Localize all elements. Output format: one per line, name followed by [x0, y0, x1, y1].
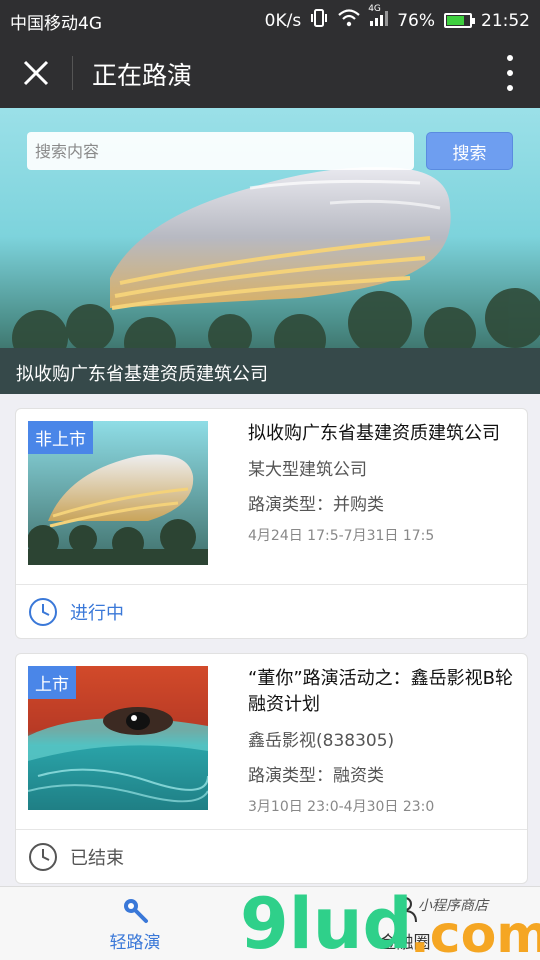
bottom-tab-bar: 轻路演 金融圈 — [0, 886, 540, 960]
status-label: 进行中 — [70, 602, 124, 624]
network-speed: 0K/s — [264, 10, 302, 31]
tab-light-roadshow[interactable]: 轻路演 — [0, 887, 270, 960]
network-type-label: 4G — [368, 4, 381, 14]
banner-caption: 拟收购广东省基建资质建筑公司 — [0, 348, 540, 394]
search-key-icon — [124, 898, 148, 923]
roadshow-type: 路演类型：融资类 — [248, 766, 384, 786]
more-dot-icon — [507, 70, 513, 76]
tab-label: 金融圈 — [379, 932, 431, 953]
nav-divider — [72, 56, 73, 90]
card-info: “董你”路演活动之：鑫岳影视B轮融资计划 鑫岳影视(838305) 路演类型：融… — [248, 666, 518, 816]
card-info: 拟收购广东省基建资质建筑公司 某大型建筑公司 路演类型：并购类 4月24日 17… — [248, 421, 518, 545]
vibrate-icon — [310, 9, 328, 32]
more-dot-icon — [507, 55, 513, 61]
more-dot-icon — [507, 85, 513, 91]
roadshow-time: 3月10日 23:0-4月30日 23:0 — [248, 799, 435, 815]
company-name: 鑫岳影视(838305) — [248, 731, 395, 751]
close-button[interactable] — [14, 53, 58, 93]
project-name: “董你”路演活动之：鑫岳影视B轮融资计划 — [248, 668, 513, 715]
battery-icon — [444, 13, 475, 28]
listing-status-badge: 非上市 — [28, 421, 93, 454]
company-name: 某大型建筑公司 — [248, 460, 367, 480]
roadshow-time: 4月24日 17:5-7月31日 17:5 — [248, 528, 435, 544]
card-status-row: 已结束 — [16, 829, 527, 883]
search-input[interactable] — [27, 132, 414, 170]
cell-signal-icon: 4G — [368, 4, 389, 31]
clock-icon — [29, 597, 57, 626]
card-status-row: 进行中 — [16, 584, 527, 638]
status-icons: 0K/s 4G 76% 21:52 — [264, 4, 530, 32]
project-thumbnail: 上市 — [28, 666, 208, 810]
banner[interactable]: 搜索 拟收购广东省基建资质建筑公司 — [0, 108, 540, 394]
listing-status-badge: 上市 — [28, 666, 76, 699]
more-menu-button[interactable] — [500, 55, 520, 91]
battery-percent: 76% — [397, 10, 435, 31]
page-title: 正在路演 — [92, 61, 193, 90]
status-label: 已结束 — [70, 847, 124, 869]
project-name: 拟收购广东省基建资质建筑公司 — [248, 423, 500, 444]
project-thumbnail: 非上市 — [28, 421, 208, 565]
roadshow-card[interactable]: 非上市 拟收购广东省基建资质建筑公司 某大型建筑公司 路演类型：并购类 4月24… — [15, 408, 528, 639]
carrier-label: 中国移动4G — [10, 14, 102, 34]
clock-icon — [29, 842, 57, 871]
wifi-icon — [337, 9, 361, 32]
roadshow-type: 路演类型：并购类 — [248, 495, 384, 515]
tab-finance-circle[interactable]: 金融圈 — [270, 887, 540, 960]
roadshow-card[interactable]: 上市 “董你”路演活动之：鑫岳影视B轮融资计划 鑫岳影视(838305) 路演类… — [15, 653, 528, 884]
clock: 21:52 — [481, 10, 530, 31]
tab-label: 轻路演 — [109, 932, 161, 953]
status-bar: 中国移动4G 0K/s 4G 76% 21:52 — [0, 0, 540, 38]
battery-fill — [447, 16, 464, 25]
search-button[interactable]: 搜索 — [426, 132, 513, 170]
nav-bar: 正在路演 — [0, 38, 540, 108]
people-icon — [393, 896, 417, 922]
close-icon — [23, 60, 49, 86]
